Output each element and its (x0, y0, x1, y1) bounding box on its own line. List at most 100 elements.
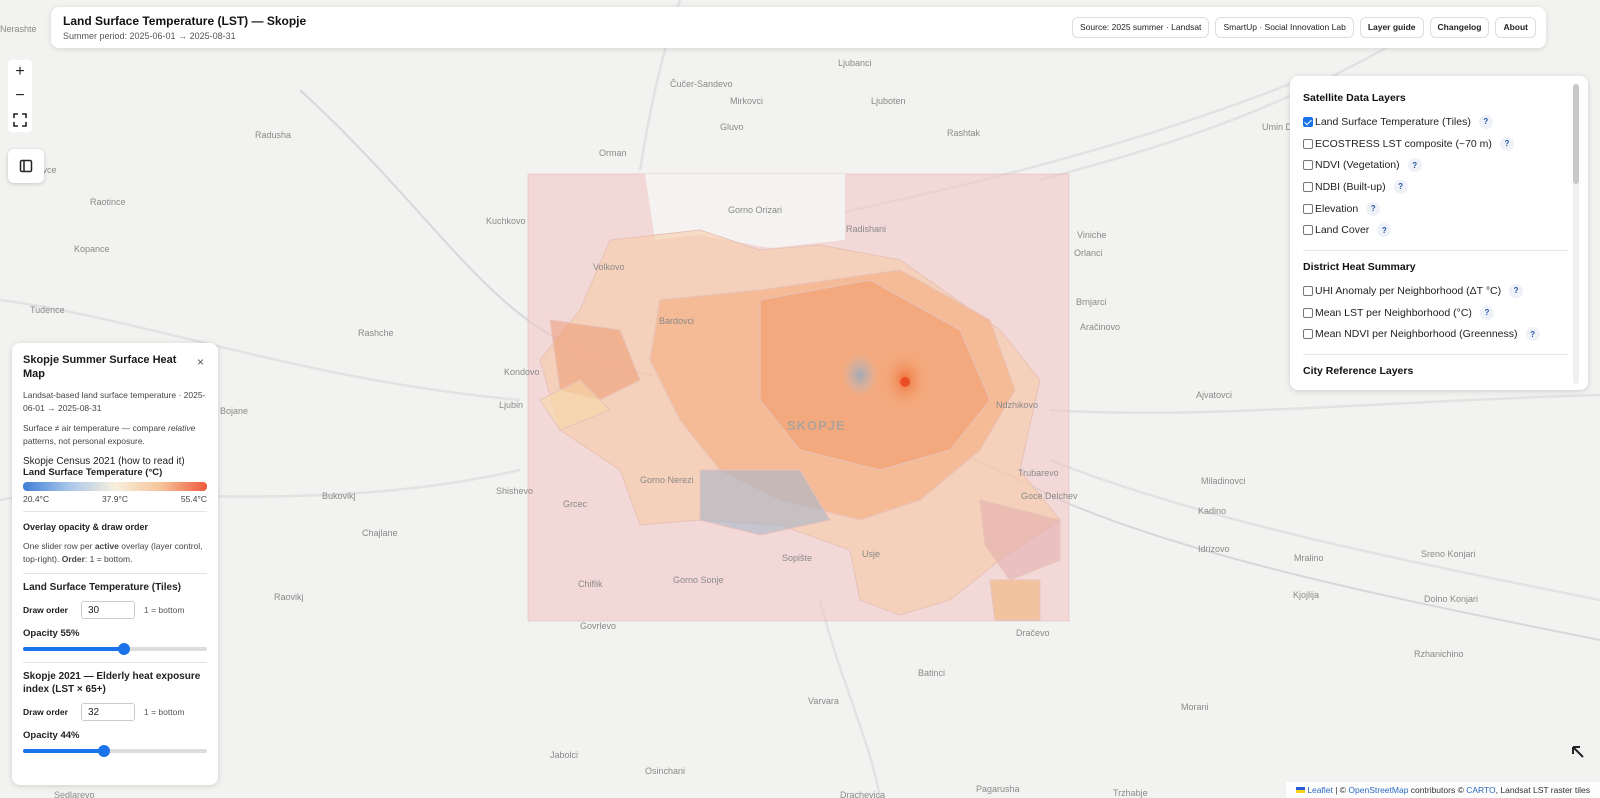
place-label: Pagarusha (976, 784, 1020, 794)
place-label: Sedlarevo (54, 790, 95, 798)
help-icon[interactable]: ? (1525, 327, 1540, 342)
flag-icon (1296, 787, 1306, 793)
layer-control[interactable]: Satellite Data Layers Land Surface Temper… (1290, 76, 1588, 390)
layer-label: Elevation (1315, 202, 1359, 215)
divider (1303, 354, 1568, 356)
layer-checkbox[interactable] (1303, 307, 1313, 318)
layer-row[interactable]: Elevation? (1303, 198, 1568, 220)
layer-checkbox[interactable] (1303, 138, 1313, 149)
place-label: Drachevica (840, 790, 886, 798)
zoom-in-button[interactable]: + (8, 60, 32, 84)
slider-thumb[interactable] (118, 643, 131, 655)
layer-checkbox[interactable] (1303, 329, 1313, 340)
attrib-sep: | © (1332, 785, 1349, 795)
place-label: Morani (1181, 702, 1209, 712)
layer-checkbox[interactable] (1303, 116, 1313, 127)
help-icon[interactable]: ? (1366, 201, 1381, 216)
place-label: Viniche (1077, 230, 1107, 240)
census-link[interactable]: Skopje Census 2021 (how to read it) (23, 456, 207, 467)
help-icon[interactable]: ? (1499, 136, 1514, 151)
place-label: Rashche (358, 328, 394, 338)
help-icon[interactable]: ? (1377, 223, 1392, 238)
help-icon[interactable]: ? (1479, 305, 1494, 320)
slider-thumb[interactable] (97, 745, 110, 757)
place-label: Chajlane (362, 528, 398, 538)
draw-order-input[interactable] (81, 703, 135, 721)
legend-title: Land Surface Temperature (°C) (23, 467, 163, 478)
zoom-control: + − (8, 60, 32, 132)
place-label: Čučer-Sandevo (670, 79, 733, 89)
layer-row[interactable]: NDBI (Built-up)? (1303, 176, 1568, 198)
layer-checkbox[interactable] (1303, 160, 1313, 171)
layer-checkbox[interactable] (1303, 285, 1313, 296)
org-chip[interactable]: SmartUp · Social Innovation Lab (1215, 17, 1354, 38)
place-label: Gluvo (720, 122, 744, 132)
plus-icon: + (15, 63, 25, 80)
place-label: Gorno Sonje (673, 575, 724, 585)
place-label: Sopište (782, 553, 813, 563)
place-label: Kadino (1198, 506, 1227, 516)
collapse-arrow-icon[interactable] (1570, 744, 1586, 760)
layer-scrollbar-thumb[interactable] (1573, 84, 1579, 184)
draw-order-label: Draw order (23, 605, 68, 615)
place-label: Aračinovo (1080, 322, 1121, 332)
layer-checkbox[interactable] (1303, 181, 1313, 192)
draw-order-label: Draw order (23, 707, 68, 717)
about-button[interactable]: About (1495, 17, 1536, 38)
layer-row[interactable]: UHI Anomaly per Neighborhood (ΔT °C)? (1303, 280, 1568, 302)
panel-toggle-button[interactable] (8, 149, 44, 183)
layer-label: NDBI (Built-up) (1315, 180, 1386, 193)
legend-tick-min: 20.4°C (23, 494, 50, 504)
opacity-slider[interactable] (23, 745, 207, 757)
place-label: Gorno Nerezi (640, 475, 694, 485)
overlay-row: Land Surface Temperature (Tiles) Draw ord… (23, 581, 207, 655)
layer-row[interactable]: NDVI (Vegetation)? (1303, 154, 1568, 176)
place-label: Gorno Orizari (728, 205, 783, 215)
place-label: Goce Delchev (1021, 491, 1078, 501)
layer-checkbox[interactable] (1303, 203, 1313, 214)
layer-row[interactable]: ECOSTRESS LST composite (~70 m)? (1303, 133, 1568, 155)
help-icon[interactable]: ? (1393, 179, 1408, 194)
help-icon[interactable]: ? (1407, 158, 1422, 173)
place-label: Kjojlija (1293, 590, 1320, 600)
help-icon[interactable]: ? (1478, 114, 1493, 129)
opacity-slider[interactable] (23, 643, 207, 655)
source-chip[interactable]: Source: 2025 summer · Landsat (1072, 17, 1210, 38)
layer-checkbox[interactable] (1303, 225, 1313, 236)
place-label: Miladinovci (1201, 476, 1246, 486)
place-label: Ndzhikovo (996, 400, 1039, 410)
zoom-out-button[interactable]: − (8, 84, 32, 108)
slider-fill (23, 647, 125, 651)
fullscreen-button[interactable] (8, 108, 32, 132)
place-label: Tudence (30, 305, 65, 315)
layer-row[interactable]: Mean NDVI per Neighborhood (Greenness)? (1303, 324, 1568, 346)
fullscreen-icon (13, 113, 27, 127)
opacity-label: Opacity 55% (23, 628, 80, 639)
layer-guide-button[interactable]: Layer guide (1359, 17, 1424, 38)
layer-section-title: Satellite Data Layers (1303, 92, 1406, 104)
layer-label: UHI Anomaly per Neighborhood (ΔT °C) (1315, 284, 1502, 297)
place-label: Mirkovci (730, 96, 763, 106)
overlay-desc-3: : 1 = bottom. (84, 554, 133, 564)
help-icon[interactable]: ? (1509, 283, 1524, 298)
place-label: Kopance (74, 244, 110, 254)
page-title: Land Surface Temperature (LST) — Skopje (63, 14, 307, 28)
slider-fill (23, 749, 104, 753)
draw-order-input[interactable] (81, 601, 135, 619)
layer-row[interactable]: Land Surface Temperature (Tiles)? (1303, 111, 1568, 133)
panel-note: Surface ≠ air temperature — compare rela… (23, 422, 207, 448)
layer-row[interactable]: Mean LST per Neighborhood (°C)? (1303, 302, 1568, 324)
changelog-button[interactable]: Changelog (1429, 17, 1490, 38)
leaflet-link[interactable]: Leaflet (1307, 785, 1333, 795)
place-label: Rzhanichino (1414, 649, 1464, 659)
layer-row[interactable]: Land Cover? (1303, 219, 1568, 241)
osm-link[interactable]: OpenStreetMap (1348, 785, 1408, 795)
close-icon[interactable]: × (197, 355, 204, 369)
carto-link[interactable]: CARTO (1466, 785, 1495, 795)
place-label: SKOPJE (787, 418, 846, 433)
place-label: Govrlevo (580, 621, 617, 631)
place-label: Varvara (808, 696, 839, 706)
map-attribution: Leaflet | © OpenStreetMap contributors ©… (1286, 782, 1600, 798)
layer-section-title: District Heat Summary (1303, 261, 1416, 274)
info-panel: Skopje Summer Surface Heat Map × Landsat… (12, 343, 218, 785)
